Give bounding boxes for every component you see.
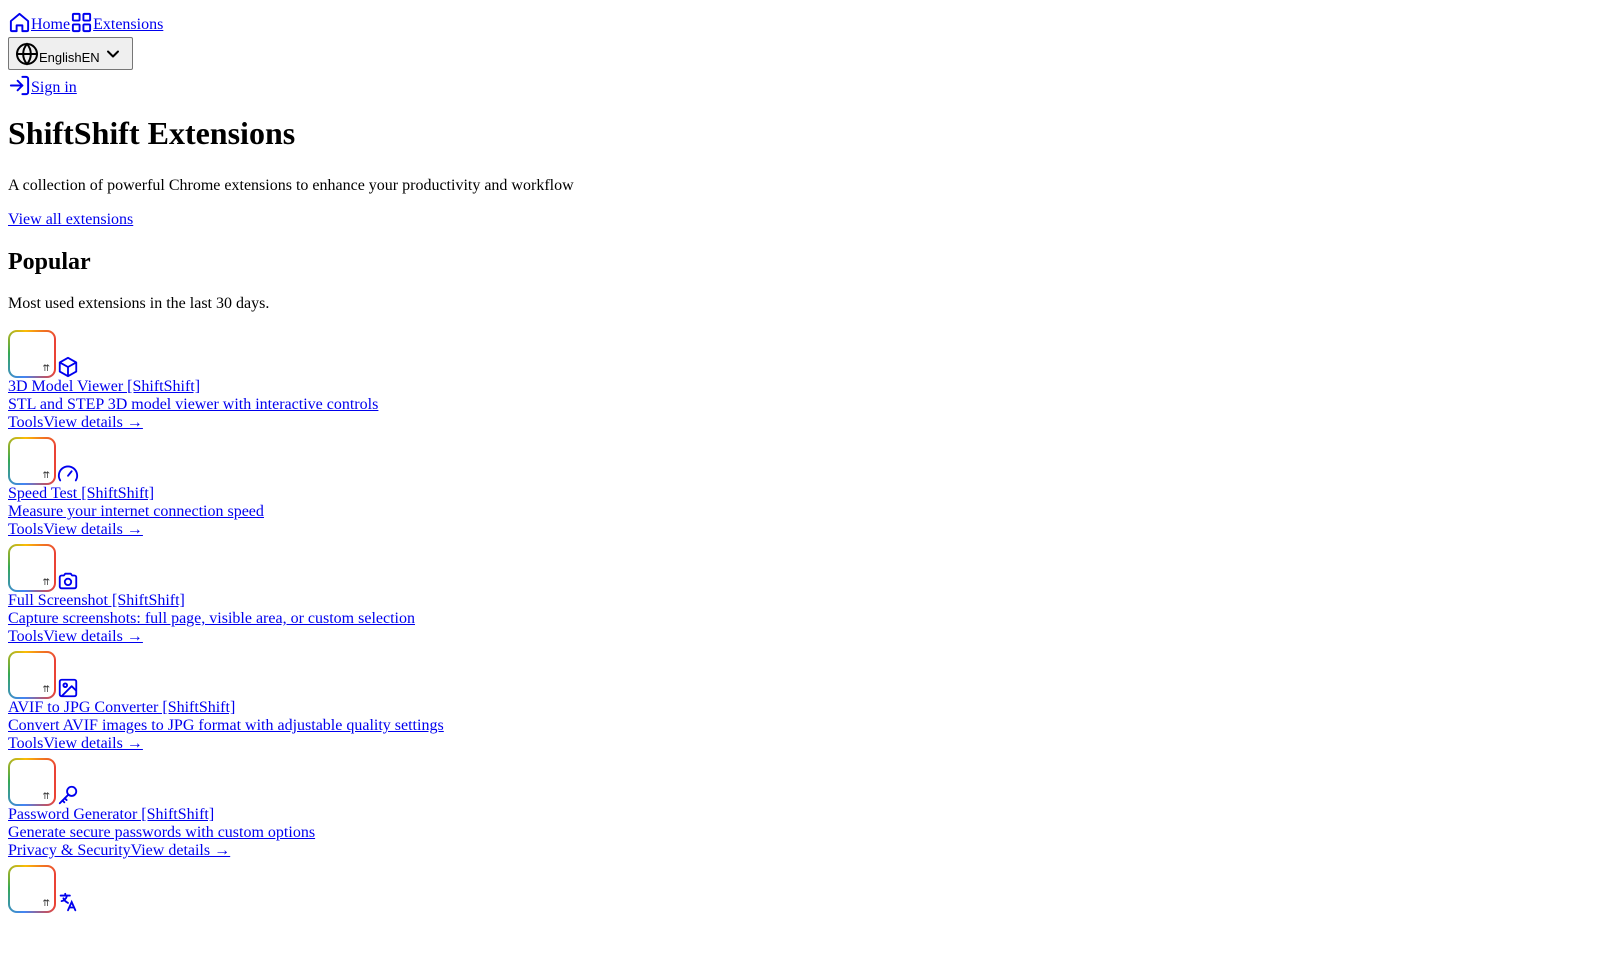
grid-icon — [72, 12, 92, 33]
extension-card[interactable]: Speed Test [ShiftShift] Measure your int… — [8, 438, 444, 545]
extension-card[interactable] — [8, 866, 444, 973]
extension-name: Password Generator [ShiftShift] — [8, 806, 215, 823]
key-icon — [58, 785, 78, 805]
extension-list: 3D Model Viewer [ShiftShift] STL and STE… — [8, 331, 444, 973]
view-details-link[interactable]: View details → — [43, 521, 142, 538]
login-icon — [9, 75, 30, 96]
shiftshift-logo — [8, 330, 56, 378]
extension-category: Privacy & Security — [8, 842, 131, 859]
page-title: ShiftShift Extensions — [8, 115, 296, 151]
extension-category: Tools — [8, 521, 44, 538]
gauge-icon — [57, 465, 79, 482]
extension-description: Convert AVIF images to JPG format with a… — [8, 717, 444, 734]
extension-category: Tools — [8, 414, 44, 431]
extension-name: 3D Model Viewer [ShiftShift] — [8, 378, 201, 395]
extension-name: AVIF to JPG Converter [ShiftShift] — [8, 699, 236, 716]
home-link[interactable]: Home — [8, 11, 70, 34]
top-nav: Home Extensions — [8, 8, 163, 34]
extension-description: STL and STEP 3D model viewer with intera… — [8, 396, 379, 413]
sign-in-link[interactable]: Sign in — [8, 71, 77, 97]
home-icon — [9, 12, 30, 33]
shiftshift-logo — [8, 758, 56, 806]
language-name: English — [39, 50, 82, 65]
language-code: EN — [81, 50, 100, 65]
view-details-link[interactable]: View details → — [43, 628, 142, 645]
shiftshift-logo — [8, 544, 56, 592]
extensions-label: Extensions — [93, 16, 164, 33]
cube-icon — [58, 356, 78, 378]
home-label: Home — [31, 16, 71, 33]
popular-description: Most used extensions in the last 30 days… — [8, 295, 270, 312]
view-all-extensions-link[interactable]: View all extensions — [8, 211, 133, 229]
extension-card[interactable]: AVIF to JPG Converter [ShiftShift] Conve… — [8, 652, 444, 759]
shiftshift-logo — [8, 865, 56, 913]
image-icon — [58, 678, 78, 698]
sign-in-label: Sign in — [31, 79, 77, 96]
view-details-link[interactable]: View details → — [43, 414, 142, 431]
extension-name: Speed Test [ShiftShift] — [8, 485, 155, 502]
chevron-down-icon — [106, 50, 119, 57]
globe-icon — [16, 41, 38, 66]
extension-card[interactable]: 3D Model Viewer [ShiftShift] STL and STE… — [8, 331, 444, 438]
extension-card[interactable]: Full Screenshot [ShiftShift] Capture scr… — [8, 545, 444, 652]
language-selector[interactable]: English EN — [8, 37, 133, 70]
view-details-link[interactable]: View details → — [131, 842, 230, 859]
extension-card[interactable]: Password Generator [ShiftShift] Generate… — [8, 759, 444, 866]
translate-icon — [59, 892, 77, 912]
camera-icon — [58, 572, 78, 590]
extension-category: Tools — [8, 628, 44, 645]
page-subtitle: A collection of powerful Chrome extensio… — [8, 177, 574, 194]
view-details-link[interactable]: View details → — [43, 735, 142, 752]
extension-description: Generate secure passwords with custom op… — [8, 824, 316, 841]
popular-heading: Popular — [8, 249, 91, 275]
extension-description: Measure your internet connection speed — [8, 503, 264, 520]
shiftshift-logo — [8, 437, 56, 485]
shiftshift-logo — [8, 651, 56, 699]
extensions-link[interactable]: Extensions — [70, 11, 163, 34]
extension-category: Tools — [8, 735, 44, 752]
extension-name: Full Screenshot [ShiftShift] — [8, 592, 185, 609]
extension-description: Capture screenshots: full page, visible … — [8, 610, 415, 627]
